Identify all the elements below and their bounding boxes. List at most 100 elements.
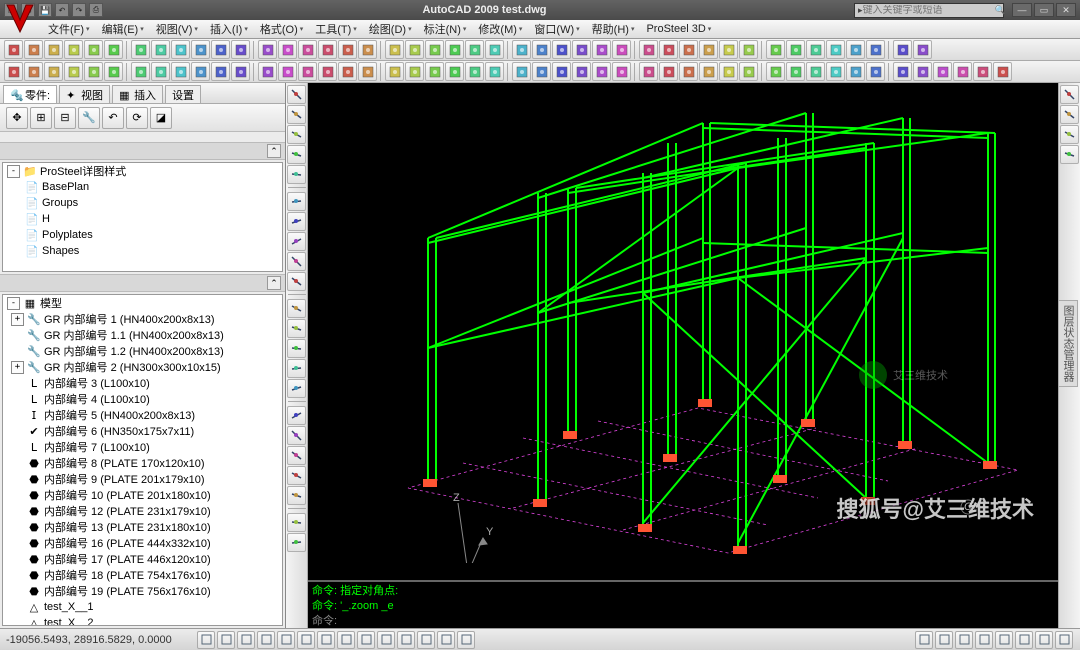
ps-btn-25[interactable]	[532, 62, 551, 81]
status-right-sbtn-2[interactable]	[955, 631, 973, 649]
menu-11[interactable]: ProSteel 3D▾	[640, 19, 717, 39]
tree-model[interactable]: -▦模型+🔧GR 内部编号 1 (HN400x200x8x13)🔧GR 内部编号…	[2, 294, 283, 626]
std-btn-25[interactable]	[532, 40, 551, 59]
draw-vbtn-2[interactable]	[287, 125, 306, 144]
status-right-sbtn-1[interactable]	[935, 631, 953, 649]
tree2-item-13[interactable]: ⬣内部编号 13 (PLATE 231x180x10)	[3, 519, 282, 535]
status-right-sbtn-3[interactable]	[975, 631, 993, 649]
std-btn-8[interactable]	[171, 40, 190, 59]
tab-settings[interactable]: 设置	[165, 85, 201, 103]
ps-btn-14[interactable]	[298, 62, 317, 81]
ps-btn-46[interactable]	[973, 62, 992, 81]
ps-btn-18[interactable]	[385, 62, 404, 81]
ps-btn-3[interactable]	[64, 62, 83, 81]
panel-btn-5[interactable]: ↶	[102, 107, 124, 129]
std-btn-39[interactable]	[826, 40, 845, 59]
maximize-button[interactable]: ▭	[1034, 3, 1054, 17]
ps-btn-11[interactable]	[231, 62, 250, 81]
draw-vbtn-0[interactable]	[287, 85, 306, 104]
ps-btn-9[interactable]	[191, 62, 210, 81]
panel-collapse-1[interactable]: ⌃	[267, 144, 281, 158]
tab-parts[interactable]: 🔩零件:	[3, 85, 57, 103]
nav-vbtn-3[interactable]	[1060, 145, 1079, 164]
draw-vbtn-10[interactable]	[287, 299, 306, 318]
draw-vbtn-17[interactable]	[287, 446, 306, 465]
panel-btn-3[interactable]: ⊟	[54, 107, 76, 129]
layer-manager-label[interactable]: 图层状态管理器	[1058, 300, 1078, 387]
search-input[interactable]	[863, 5, 995, 16]
status-right-sbtn-5[interactable]	[1015, 631, 1033, 649]
tree1-item-2[interactable]: 📄H	[3, 211, 282, 227]
status-left-sbtn-12[interactable]	[437, 631, 455, 649]
status-left-sbtn-4[interactable]	[277, 631, 295, 649]
std-btn-32[interactable]	[679, 40, 698, 59]
status-left-sbtn-0[interactable]	[197, 631, 215, 649]
status-right-sbtn-6[interactable]	[1035, 631, 1053, 649]
ps-btn-27[interactable]	[572, 62, 591, 81]
std-btn-6[interactable]	[131, 40, 150, 59]
status-left-sbtn-9[interactable]	[377, 631, 395, 649]
tree2-item-5[interactable]: 𝖫内部编号 4 (L100x10)	[3, 391, 282, 407]
draw-vbtn-21[interactable]	[287, 533, 306, 552]
status-left-sbtn-1[interactable]	[217, 631, 235, 649]
nav-vbtn-0[interactable]	[1060, 85, 1079, 104]
menu-0[interactable]: 文件(F)▾	[42, 19, 96, 39]
help-search[interactable]: ▸ 🔍	[854, 3, 1004, 18]
ps-btn-35[interactable]	[739, 62, 758, 81]
draw-vbtn-13[interactable]	[287, 359, 306, 378]
draw-vbtn-12[interactable]	[287, 339, 306, 358]
std-btn-2[interactable]	[44, 40, 63, 59]
qat-save-icon[interactable]: 💾	[38, 3, 52, 17]
app-logo[interactable]	[4, 2, 36, 38]
status-left-sbtn-5[interactable]	[297, 631, 315, 649]
std-btn-43[interactable]	[913, 40, 932, 59]
ps-btn-43[interactable]	[913, 62, 932, 81]
tree2-root[interactable]: -▦模型	[3, 295, 282, 311]
panel-collapse-2[interactable]: ⌃	[267, 276, 281, 290]
std-btn-41[interactable]	[866, 40, 885, 59]
std-btn-14[interactable]	[298, 40, 317, 59]
menu-8[interactable]: 修改(M)▾	[472, 19, 528, 39]
tree1-item-3[interactable]: 📄Polyplates	[3, 227, 282, 243]
tab-insert[interactable]: ▦插入	[112, 85, 163, 103]
std-btn-26[interactable]	[552, 40, 571, 59]
std-btn-24[interactable]	[512, 40, 531, 59]
status-left-sbtn-11[interactable]	[417, 631, 435, 649]
std-btn-4[interactable]	[84, 40, 103, 59]
nav-vbtn-1[interactable]	[1060, 105, 1079, 124]
ps-btn-32[interactable]	[679, 62, 698, 81]
std-btn-9[interactable]	[191, 40, 210, 59]
draw-vbtn-14[interactable]	[287, 379, 306, 398]
menu-9[interactable]: 窗口(W)▾	[528, 19, 585, 39]
std-btn-36[interactable]	[766, 40, 785, 59]
draw-vbtn-9[interactable]	[287, 272, 306, 291]
std-btn-21[interactable]	[445, 40, 464, 59]
tree2-item-1[interactable]: 🔧GR 内部编号 1.1 (HN400x200x8x13)	[3, 327, 282, 343]
draw-vbtn-16[interactable]	[287, 426, 306, 445]
std-btn-17[interactable]	[358, 40, 377, 59]
tree2-item-14[interactable]: ⬣内部编号 16 (PLATE 444x332x10)	[3, 535, 282, 551]
ps-btn-12[interactable]	[258, 62, 277, 81]
ps-btn-36[interactable]	[766, 62, 785, 81]
std-btn-38[interactable]	[806, 40, 825, 59]
drawing-canvas[interactable]: X Y Z 3 2 1 A B C 艾三维技术 搜狐号@艾三维技术	[308, 83, 1058, 580]
panel-btn-4[interactable]: 🔧	[78, 107, 100, 129]
ps-btn-23[interactable]	[485, 62, 504, 81]
status-left-sbtn-2[interactable]	[237, 631, 255, 649]
menu-5[interactable]: 工具(T)▾	[309, 19, 363, 39]
std-btn-18[interactable]	[385, 40, 404, 59]
std-btn-3[interactable]	[64, 40, 83, 59]
qat-print-icon[interactable]: ⎙	[89, 3, 103, 17]
tree2-item-17[interactable]: ⬣内部编号 19 (PLATE 756x176x10)	[3, 583, 282, 599]
std-btn-33[interactable]	[699, 40, 718, 59]
std-btn-35[interactable]	[739, 40, 758, 59]
draw-vbtn-11[interactable]	[287, 319, 306, 338]
ps-btn-2[interactable]	[44, 62, 63, 81]
menu-10[interactable]: 帮助(H)▾	[586, 19, 641, 39]
close-button[interactable]: ✕	[1056, 3, 1076, 17]
menu-7[interactable]: 标注(N)▾	[418, 19, 473, 39]
tree2-item-0[interactable]: +🔧GR 内部编号 1 (HN400x200x8x13)	[3, 311, 282, 327]
tree2-item-12[interactable]: ⬣内部编号 12 (PLATE 231x179x10)	[3, 503, 282, 519]
panel-btn-6[interactable]: ⟳	[126, 107, 148, 129]
search-icon[interactable]: 🔍	[995, 5, 1006, 16]
